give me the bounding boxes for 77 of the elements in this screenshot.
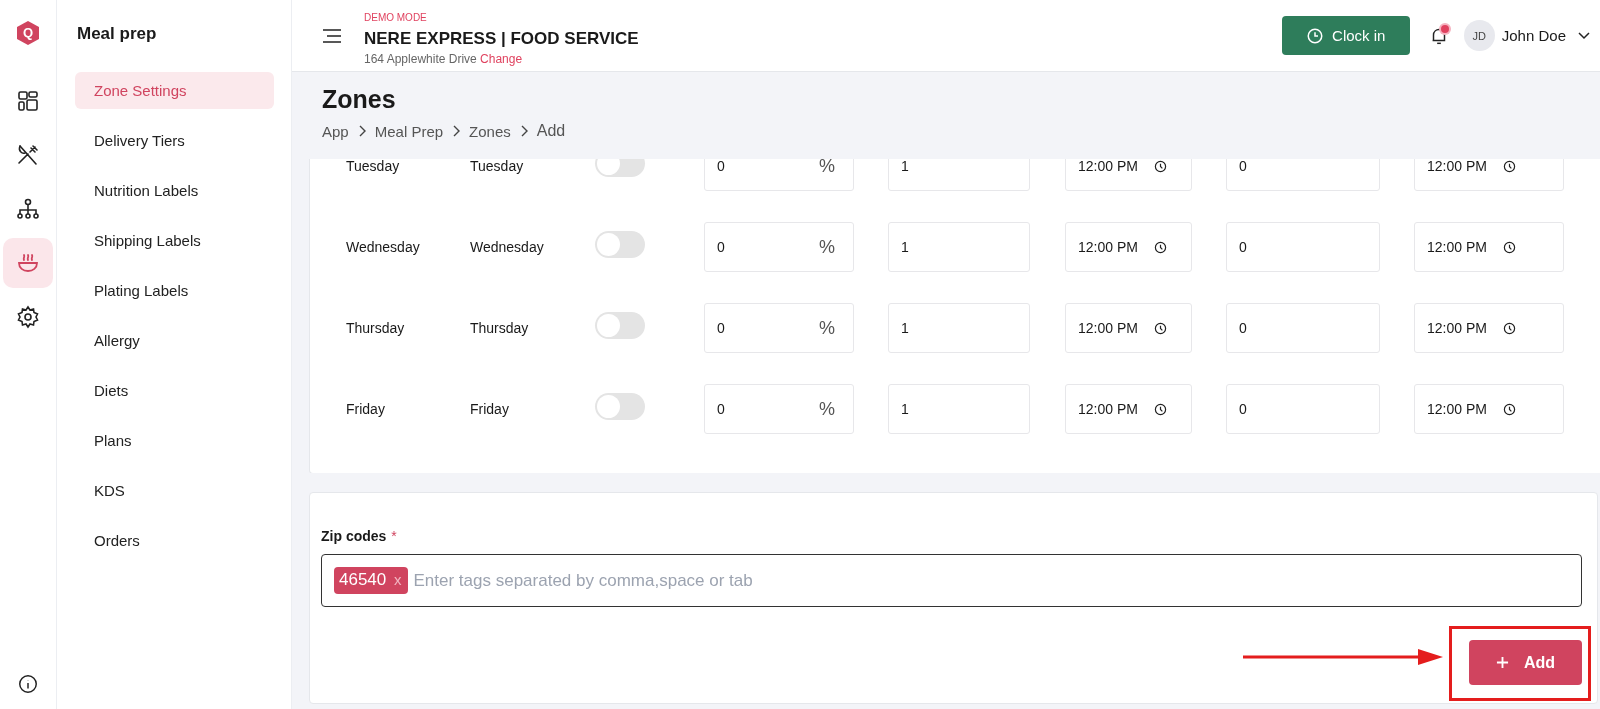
input-field[interactable]: 1 [888, 303, 1030, 353]
clock-icon [1306, 26, 1325, 45]
time-field[interactable]: 12:00 PM [1414, 159, 1564, 191]
sidebar-item[interactable]: KDS [75, 472, 274, 509]
user-avatar[interactable]: JD [1463, 20, 1495, 51]
input-field[interactable]: 1 [888, 384, 1030, 434]
info-icon[interactable] [17, 673, 39, 695]
clock-icon [1502, 159, 1516, 173]
chevron-right-icon [357, 125, 366, 137]
input-field[interactable]: 0 [1226, 303, 1380, 353]
sidebar-item[interactable]: Plans [75, 422, 274, 459]
menu-icon[interactable] [322, 27, 342, 44]
sidebar-title: Meal prep [77, 24, 158, 44]
day-label: Friday [470, 401, 510, 417]
input-field[interactable]: 1 [888, 222, 1030, 272]
clock-icon [1153, 321, 1167, 335]
field-label: Zip codes [321, 528, 387, 544]
input-field[interactable]: 1 [888, 159, 1030, 191]
sidebar-item[interactable]: Delivery Tiers [75, 122, 274, 159]
breadcrumb-item[interactable]: Meal Prep [374, 122, 444, 140]
sidebar-item[interactable]: Zone Settings [75, 72, 274, 109]
breadcrumb-item[interactable]: Add [536, 122, 566, 140]
time-field[interactable]: 12:00 PM [1414, 303, 1564, 353]
sidebar-item[interactable]: Allergy [75, 322, 274, 359]
day-label: Tuesday [470, 159, 525, 174]
sidebar-item[interactable]: Nutrition Labels [75, 172, 274, 209]
demo-mode-label: DEMO MODE [364, 11, 428, 23]
clock-icon [1502, 402, 1516, 416]
store-name: NERE EXPRESS | FOOD SERVICE [364, 28, 639, 49]
day-label: Wednesday [470, 239, 545, 255]
plus-icon [1495, 656, 1509, 669]
percent-field[interactable]: 0 % [704, 303, 854, 353]
day-label: Thursday [470, 320, 530, 336]
clock-icon [1502, 240, 1516, 254]
required-mark: * [391, 528, 397, 544]
day-name: Friday [346, 401, 386, 417]
percent-field[interactable]: 0 % [704, 384, 854, 434]
toggle-switch[interactable] [595, 392, 645, 420]
sidebar-item[interactable]: Plating Labels [75, 272, 274, 309]
user-name[interactable]: John Doe [1501, 27, 1566, 44]
percent-field[interactable]: 0 % [704, 222, 854, 272]
clock-icon [1153, 159, 1167, 173]
sidebar-item[interactable]: Shipping Labels [75, 222, 274, 259]
store-address: 164 Applewhite Drive [364, 51, 477, 66]
sidebar-item[interactable]: Diets [75, 372, 274, 409]
chevron-right-icon [452, 125, 461, 137]
time-field[interactable]: 12:00 PM [1065, 303, 1192, 353]
page-title: Zones [322, 84, 397, 114]
time-field[interactable]: 12:00 PM [1414, 384, 1564, 434]
sidebar-item[interactable]: Orders [75, 522, 274, 559]
bowl-icon[interactable] [3, 238, 53, 288]
clock-icon [1153, 240, 1167, 254]
clock-in-button[interactable]: Clock in [1281, 16, 1410, 55]
chevron-down-icon[interactable] [1578, 31, 1590, 40]
day-name: Tuesday [346, 159, 401, 174]
app-logo[interactable]: Q [16, 20, 40, 46]
toggle-switch[interactable] [595, 230, 645, 258]
toggle-switch[interactable] [595, 311, 645, 339]
breadcrumb-item[interactable]: Zones [469, 122, 511, 140]
time-field[interactable]: 12:00 PM [1414, 222, 1564, 272]
clock-icon [1153, 402, 1167, 416]
add-button[interactable]: Add [1469, 640, 1582, 685]
zip-code-tag: 46540 x [334, 567, 408, 594]
change-link[interactable]: Change [480, 51, 523, 66]
day-name: Thursday [346, 320, 406, 336]
time-field[interactable]: 12:00 PM [1065, 222, 1192, 272]
percent-field[interactable]: 0 % [704, 159, 854, 191]
breadcrumb-item[interactable]: App [322, 122, 349, 140]
input-field[interactable]: 0 [1226, 159, 1380, 191]
time-field[interactable]: 12:00 PM [1065, 384, 1192, 434]
day-name: Wednesday [346, 239, 421, 255]
clock-icon [1502, 321, 1516, 335]
time-field[interactable]: 12:00 PM [1065, 159, 1192, 191]
chevron-right-icon [519, 125, 528, 137]
zip-codes-field[interactable]: 46540 x Enter tags separated by comma,space or tab [321, 554, 1582, 607]
input-field[interactable]: 0 [1226, 222, 1380, 272]
input-field[interactable]: 0 [1226, 384, 1380, 434]
